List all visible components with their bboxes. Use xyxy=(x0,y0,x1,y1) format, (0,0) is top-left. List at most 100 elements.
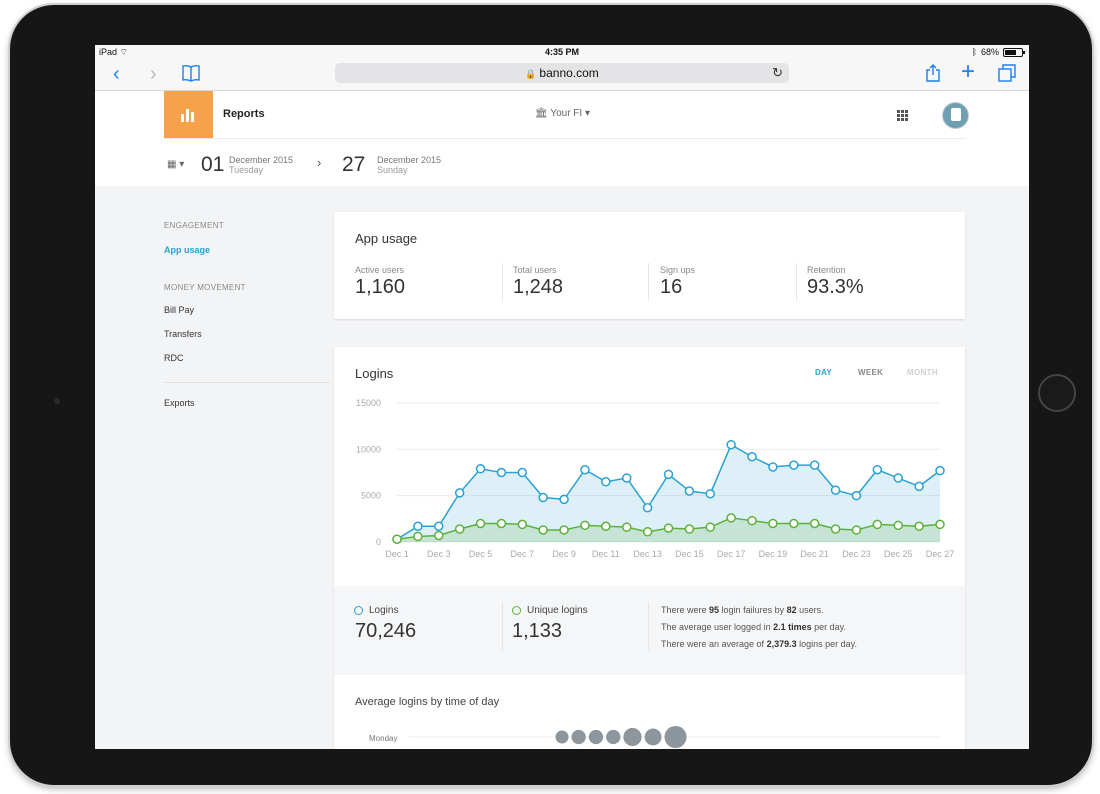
data-point-logins xyxy=(413,521,423,531)
start-date-detail: December 2015 Tuesday xyxy=(229,155,294,175)
average-user-sentence: The average user logged in 2.1 times per… xyxy=(661,622,846,632)
data-point-unique-logins xyxy=(559,525,569,535)
logins-title: Logins xyxy=(355,366,394,381)
summary-divider xyxy=(648,602,649,650)
x-tick-label: Dec 27 xyxy=(926,549,955,559)
app-usage-title: App usage xyxy=(355,231,418,246)
apps-grid-icon[interactable] xyxy=(897,110,909,122)
stat-divider xyxy=(796,263,797,301)
data-point-unique-logins xyxy=(517,519,528,530)
average-logins-sentence: There were an average of 2,379.3 logins … xyxy=(661,639,857,649)
data-point-unique-logins xyxy=(684,524,695,534)
sidebar-item-exports[interactable]: Exports xyxy=(164,398,195,408)
data-point-unique-logins xyxy=(893,520,903,531)
data-point-unique-logins xyxy=(538,525,548,535)
status-bar: iPad ⌔ 4:35 PM ᛒ 68% xyxy=(95,45,1029,60)
new-tab-icon[interactable]: + xyxy=(961,60,975,84)
fi-selector-label: Your FI xyxy=(550,108,583,119)
time-of-day-bubble[interactable] xyxy=(588,729,604,745)
x-tick-label: Dec 5 xyxy=(469,549,493,559)
data-point-logins xyxy=(726,439,736,450)
unique-logins-legend-icon xyxy=(512,606,521,615)
data-point-unique-logins xyxy=(851,525,862,535)
sidebar-item-bill-pay[interactable]: Bill Pay xyxy=(164,305,194,315)
time-of-day-bubble[interactable] xyxy=(606,729,621,745)
time-of-day-bubble[interactable] xyxy=(664,725,687,749)
fi-selector[interactable]: 🏛 Your FI ▾ xyxy=(535,108,590,119)
lock-icon: 🔒 xyxy=(525,69,537,79)
data-point-logins xyxy=(517,467,528,478)
x-tick-label: Dec 13 xyxy=(633,549,662,559)
data-point-unique-logins xyxy=(747,515,757,526)
screen: iPad ⌔ 4:35 PM ᛒ 68% ‹ › 🔒banno.com ↻ + xyxy=(95,45,1029,749)
data-point-logins xyxy=(601,477,611,487)
data-point-unique-logins xyxy=(601,521,611,531)
data-point-logins xyxy=(559,494,569,505)
tabs-icon[interactable] xyxy=(998,64,1016,88)
data-point-logins xyxy=(434,521,444,531)
data-point-unique-logins xyxy=(580,520,590,531)
time-of-day-bubble[interactable] xyxy=(623,727,642,747)
toggle-day[interactable]: DAY xyxy=(815,368,832,377)
reload-icon[interactable]: ↻ xyxy=(772,63,783,83)
sidebar-item-app-usage[interactable]: App usage xyxy=(164,245,210,255)
toggle-week[interactable]: WEEK xyxy=(858,368,883,377)
app-header: Reports 🏛 Your FI ▾ ▦ ▾ 01 December 2015… xyxy=(95,91,1029,186)
time-of-day-bubble[interactable] xyxy=(571,729,586,745)
header-divider xyxy=(164,138,966,139)
bluetooth-icon: ᛒ xyxy=(971,47,977,57)
y-tick-label: 15000 xyxy=(356,398,381,408)
calendar-icon[interactable]: ▦ ▾ xyxy=(167,159,184,170)
x-tick-label: Dec 9 xyxy=(552,549,576,559)
battery-percent: 68% xyxy=(980,47,999,57)
data-point-logins xyxy=(747,451,757,462)
sidebar-item-rdc[interactable]: RDC xyxy=(164,353,184,363)
time-of-day-bubble[interactable] xyxy=(644,728,662,746)
share-icon[interactable] xyxy=(925,64,941,88)
time-of-day-chart xyxy=(409,725,940,749)
data-point-logins xyxy=(684,486,695,496)
x-tick-label: Dec 17 xyxy=(717,549,746,559)
time-of-day-bubble[interactable] xyxy=(555,730,569,744)
bookmarks-icon[interactable] xyxy=(181,64,201,88)
data-point-unique-logins xyxy=(642,527,653,537)
stat-label-active-users: Active users xyxy=(355,265,405,275)
data-point-logins xyxy=(642,502,653,513)
data-point-unique-logins xyxy=(434,530,444,541)
start-day[interactable]: 01 xyxy=(201,153,224,177)
data-point-unique-logins xyxy=(496,518,507,529)
forward-icon[interactable]: › xyxy=(150,62,157,86)
x-tick-label: Dec 7 xyxy=(511,549,535,559)
data-point-logins xyxy=(580,464,590,475)
data-point-logins xyxy=(538,492,548,503)
stat-value-retention: 93.3% xyxy=(807,276,864,298)
end-day[interactable]: 27 xyxy=(342,153,365,177)
logins-card: Logins DAY WEEK MONTH 15000 10000 5000 0 Dec… xyxy=(334,347,965,749)
sidebar-item-transfers[interactable]: Transfers xyxy=(164,329,202,339)
data-point-logins xyxy=(809,460,820,470)
x-tick-label: Dec 1 xyxy=(385,549,409,559)
home-button[interactable] xyxy=(1038,374,1076,412)
stat-label-total-users: Total users xyxy=(513,265,557,275)
x-tick-label: Dec 21 xyxy=(800,549,829,559)
x-tick-label: Dec 25 xyxy=(884,549,913,559)
data-point-unique-logins xyxy=(914,521,924,531)
data-point-unique-logins xyxy=(768,518,778,529)
data-point-logins xyxy=(454,488,465,498)
data-point-unique-logins xyxy=(809,518,820,529)
address-bar[interactable]: 🔒 banno.com ↻ xyxy=(335,63,789,83)
toggle-month[interactable]: MONTH xyxy=(907,368,938,377)
summary-divider xyxy=(502,602,503,650)
data-point-unique-logins xyxy=(789,518,799,529)
data-point-logins xyxy=(893,473,903,483)
back-icon[interactable]: ‹ xyxy=(113,62,120,86)
caret-down-icon: ▾ xyxy=(584,108,590,119)
data-point-logins xyxy=(935,465,945,476)
failures-sentence: There were 95 login failures by 82 users… xyxy=(661,605,824,615)
data-point-unique-logins xyxy=(413,531,423,542)
data-point-unique-logins xyxy=(454,524,465,534)
data-point-logins xyxy=(830,485,841,495)
avatar[interactable] xyxy=(942,102,969,129)
logins-legend-icon xyxy=(354,606,363,615)
reports-logo-icon[interactable] xyxy=(164,91,213,138)
